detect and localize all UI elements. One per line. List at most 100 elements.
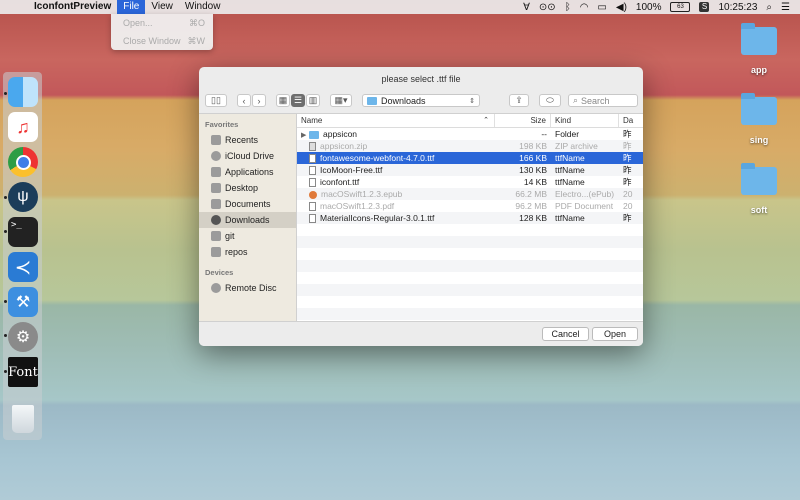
battery-icon[interactable]: 63 (670, 2, 691, 12)
sidebar-item-downloads[interactable]: Downloads (199, 212, 296, 228)
sidebar-item-icloud-drive[interactable]: iCloud Drive (199, 148, 296, 164)
sidebar-item-recents[interactable]: Recents (199, 132, 296, 148)
itunes-icon[interactable]: ♫ (8, 112, 38, 142)
column-header-size[interactable]: Size (495, 114, 551, 127)
file-name: appsicon (323, 129, 358, 139)
sort-chevron-icon: ⌃ (483, 117, 489, 124)
file-row-epub[interactable]: macOSwift1.2.3.epub 66.2 MB Electro...(e… (297, 188, 643, 200)
folder-icon (741, 163, 777, 195)
menu-item-open[interactable]: Open... ⌘O (111, 14, 213, 32)
desktop-folder-label: soft (750, 205, 768, 215)
sidebar-item-label: Recents (225, 135, 259, 145)
view-list-button[interactable]: ☰ (291, 94, 305, 107)
file-date: 昨 (623, 141, 632, 151)
dock-running-dot (4, 92, 7, 95)
sourcetree-icon[interactable]: ψ (8, 182, 38, 212)
view-icons-button[interactable]: ▦ (276, 94, 290, 107)
tags-button[interactable]: ⬭ (539, 94, 561, 107)
column-header-name[interactable]: Name ⌃ (297, 114, 495, 127)
grid-icon: ▦ (278, 95, 288, 105)
open-button[interactable]: Open (592, 327, 638, 341)
file-row-pdf[interactable]: macOSwift1.2.3.pdf 96.2 MB PDF Document … (297, 200, 643, 212)
empty-row (297, 224, 643, 236)
file-row-icomoon[interactable]: IcoMoon-Free.ttf 130 KB ttfName 昨 (297, 164, 643, 176)
sidebar-item-git[interactable]: git (199, 228, 296, 244)
column-header-date[interactable]: Da (619, 114, 643, 127)
list-icon[interactable]: ☰ (781, 2, 790, 13)
menu-item-close-window[interactable]: Close Window ⌘W (111, 32, 213, 50)
file-row-materialicons[interactable]: MaterialIcons-Regular-3.0.1.ttf 128 KB t… (297, 212, 643, 224)
file-kind: Electro...(ePub) (555, 189, 615, 199)
xcode-icon[interactable]: ⚒ (8, 287, 38, 317)
status-area: ∀ ⊙⊙ ᛒ ◠ ▭ ◀) 100% 63 S 10:25:23 ⌕ ☰ (523, 2, 800, 13)
bluetooth-icon[interactable]: ᛒ (565, 2, 571, 13)
file-date: 昨 (623, 129, 632, 139)
sidebar-item-desktop[interactable]: Desktop (199, 180, 296, 196)
desktop-folder-soft[interactable]: soft (729, 163, 789, 215)
empty-row (297, 260, 643, 272)
empty-row (297, 272, 643, 284)
location-popup[interactable]: Downloads ⇕ (362, 94, 480, 107)
volume-icon[interactable]: ◀) (616, 2, 627, 13)
disclosure-triangle-icon[interactable]: ▶ (301, 130, 309, 140)
glasses-icon[interactable]: ⊙⊙ (539, 2, 556, 13)
search-icon[interactable]: ⌕ (766, 2, 772, 13)
system-preferences-icon[interactable]: ⚙ (8, 322, 38, 352)
dock-running-dot (4, 300, 7, 303)
arrange-icon: ▦▾ (334, 95, 348, 105)
vscode-icon[interactable]: ≺ (8, 252, 38, 282)
cancel-button[interactable]: Cancel (542, 327, 589, 341)
file-date: 昨 (623, 165, 632, 175)
file-row-fontawesome[interactable]: fontawesome-webfont-4.7.0.ttf 166 KB ttf… (297, 152, 643, 164)
file-name: MaterialIcons-Regular-3.0.1.ttf (320, 213, 435, 223)
menu-view[interactable]: View (145, 0, 179, 14)
file-list-header: Name ⌃ Size Kind Da (297, 114, 643, 128)
file-row-appsicon-zip[interactable]: appsicon.zip 198 KB ZIP archive 昨 (297, 140, 643, 152)
search-field[interactable]: ⌕ Search (568, 94, 638, 107)
sidebar-icon: ▯▯ (211, 95, 221, 105)
sidebar-item-label: iCloud Drive (225, 151, 275, 161)
clock[interactable]: 10:25:23 (718, 2, 757, 13)
finder-icon[interactable] (8, 77, 38, 107)
dialog-footer: Cancel Open (199, 321, 643, 346)
dock-running-dot (4, 370, 7, 373)
sidebar-item-remote-disc[interactable]: Remote Disc (199, 280, 296, 296)
sidebar-item-documents[interactable]: Documents (199, 196, 296, 212)
share-button[interactable]: ⇪ (509, 94, 529, 107)
sidebar-item-label: Applications (225, 167, 274, 177)
sidebar-item-applications[interactable]: Applications (199, 164, 296, 180)
battery-percent: 100% (635, 1, 662, 13)
file-row-appsicon[interactable]: ▶ appsicon -- Folder 昨 (297, 128, 643, 140)
menu-file[interactable]: File (117, 0, 146, 14)
desktop-icon (211, 183, 221, 193)
file-row-iconfont[interactable]: iconfont.ttf 14 KB ttfName 昨 (297, 176, 643, 188)
terminal-icon[interactable]: >_ (8, 217, 38, 247)
chrome-icon[interactable] (8, 147, 38, 177)
menu-window[interactable]: Window (179, 0, 227, 14)
forward-button[interactable]: › (252, 94, 266, 107)
menu-app-name[interactable]: IconfontPreview (28, 0, 117, 14)
file-name: macOSwift1.2.3.pdf (320, 201, 395, 211)
menu-item-close-label: Close Window (123, 36, 181, 46)
iconfontpreview-app-icon[interactable]: Font (8, 357, 38, 387)
folder-icon (211, 247, 221, 257)
file-rows: ▶ appsicon -- Folder 昨 appsicon.zip 198 K… (297, 128, 643, 320)
airplay-icon[interactable]: ▭ (597, 2, 606, 13)
wifi-icon[interactable]: ◠ (580, 2, 589, 13)
desktop-folder-app[interactable]: app (729, 23, 789, 75)
vpn-icon[interactable]: ∀ (523, 2, 530, 13)
search-icon: ⌕ (573, 95, 579, 105)
back-button[interactable]: ‹ (237, 94, 251, 107)
menu-item-close-shortcut: ⌘W (187, 36, 206, 46)
trash-icon[interactable] (12, 405, 34, 433)
desktop-folder-sing[interactable]: sing (729, 93, 789, 145)
arrange-button[interactable]: ▦▾ (330, 94, 352, 107)
s-app-icon[interactable]: S (699, 2, 710, 12)
sidebar-toggle-button[interactable]: ▯▯ (205, 94, 227, 107)
column-header-kind[interactable]: Kind (551, 114, 619, 127)
file-name: macOSwift1.2.3.epub (321, 189, 403, 199)
view-columns-button[interactable]: ▥ (306, 94, 320, 107)
file-date: 昨 (623, 213, 632, 223)
sidebar-item-repos[interactable]: repos (199, 244, 296, 260)
file-list: Name ⌃ Size Kind Da ▶ appsicon -- Folder 昨… (297, 114, 643, 322)
